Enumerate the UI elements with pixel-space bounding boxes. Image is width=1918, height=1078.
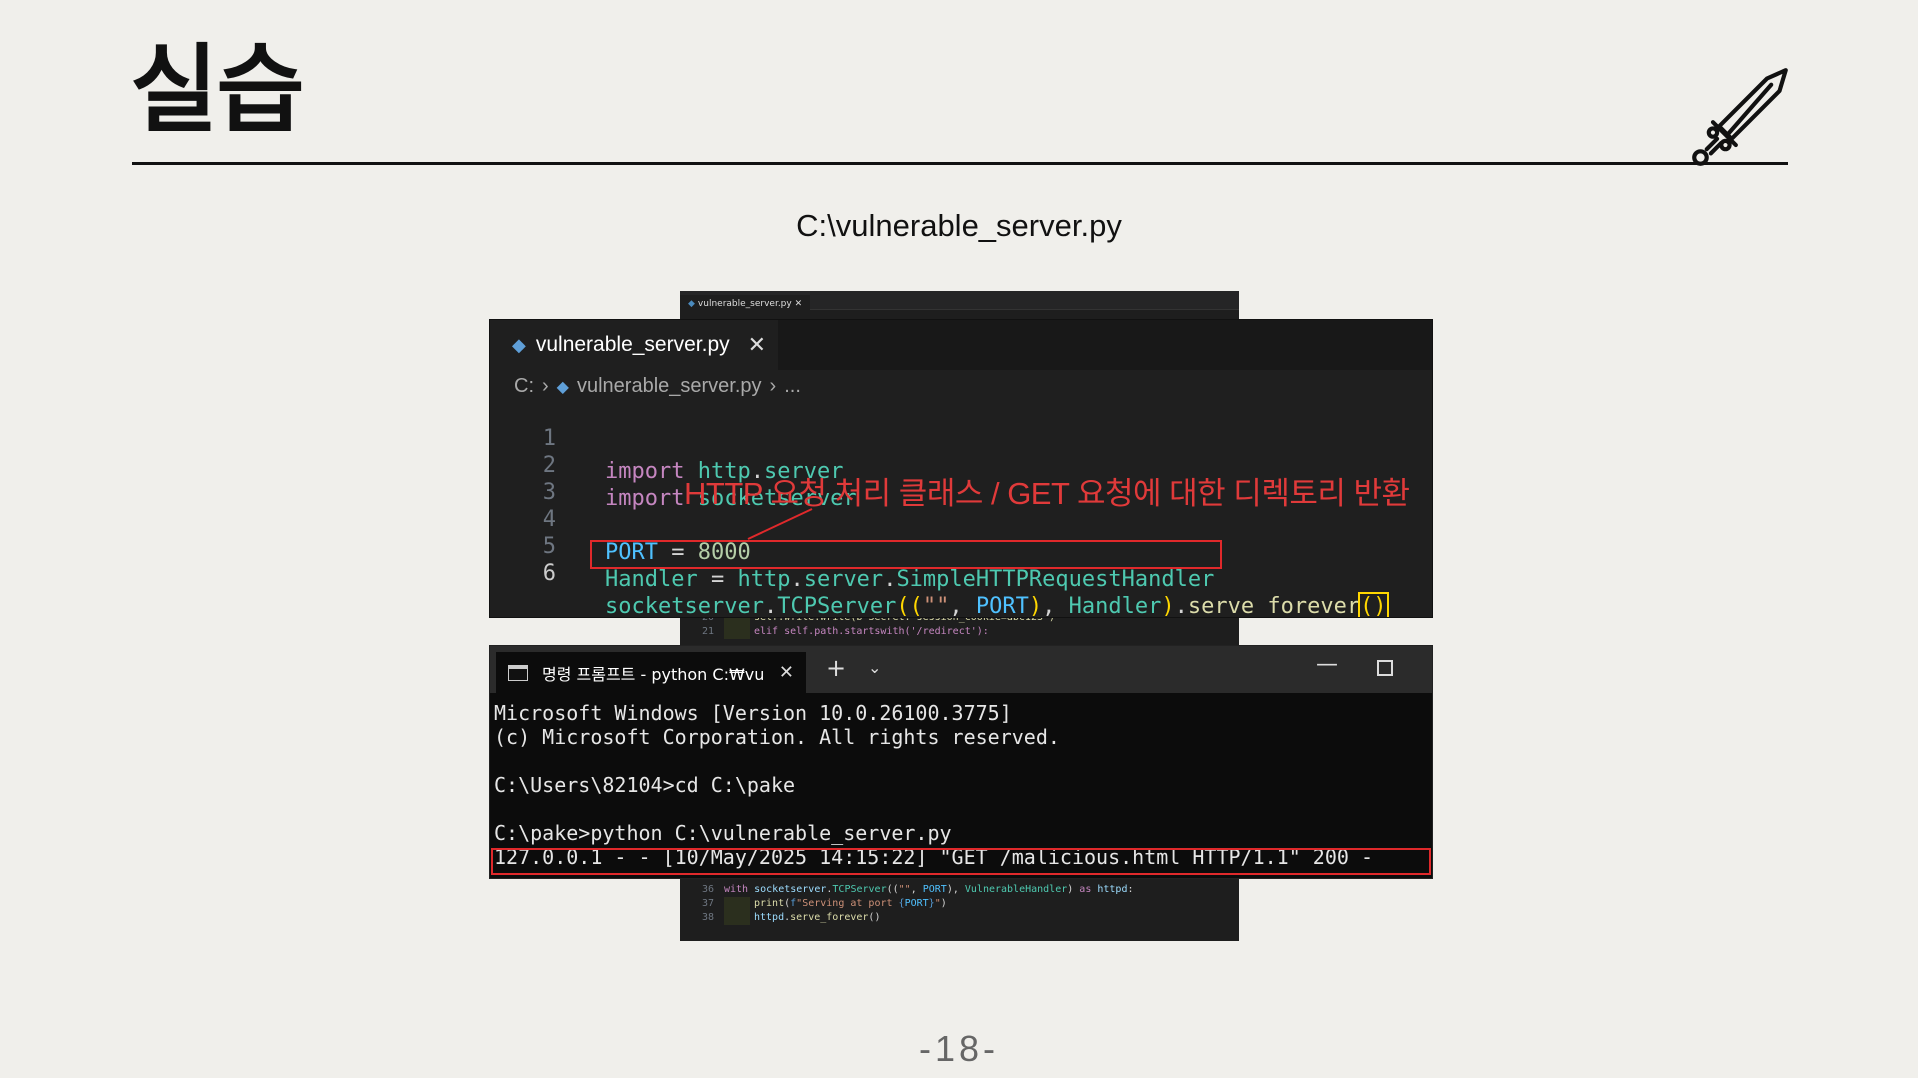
command-prompt-window: 명령 프롬프트 - python C:₩vu ✕ + ⌄ — Microsoft… [489, 645, 1433, 879]
line-number: 36 [701, 884, 714, 895]
terminal-tab[interactable]: 명령 프롬프트 - python C:₩vu ✕ [496, 652, 806, 693]
code-editor-screenshot: ◆ vulnerable_server.py ✕ C: › ◆ vulnerab… [489, 319, 1433, 618]
slide-title: 실습 [130, 34, 305, 146]
page-number: -18- [918, 1028, 1000, 1069]
terminal-line: C:\pake>python C:\vulnerable_server.py [494, 821, 952, 845]
new-tab-plus-icon[interactable]: + [826, 654, 846, 682]
indent-guide [724, 625, 750, 639]
line-number: 38 [701, 912, 714, 923]
bg-code-line-21: 21 elif self.path.startswith('/redirect')… [680, 625, 1239, 639]
terminal-title-bar: 명령 프롬프트 - python C:₩vu ✕ + ⌄ — [490, 646, 1432, 693]
maximize-icon[interactable] [1377, 660, 1393, 676]
bg-tab-bar: ◆ vulnerable_server.py ✕ [680, 291, 1239, 313]
code-text: httpd.serve_forever() [754, 912, 881, 923]
file-path-caption: C:\vulnerable_server.py [796, 208, 1122, 243]
bg-code-line-38: 38 httpd.serve_forever() [680, 911, 1239, 925]
bg-editor-tab[interactable]: ◆ vulnerable_server.py ✕ [680, 295, 811, 313]
chevron-down-icon[interactable]: ⌄ [868, 658, 881, 677]
annotation-pointer-line [747, 508, 813, 540]
bg-code-line-36: 36 with socketserver.TCPServer(("", PORT)… [680, 883, 1239, 897]
line-number: 37 [701, 898, 714, 909]
terminal-icon [508, 664, 528, 681]
indent-guide [724, 897, 750, 911]
python-file-icon: ◆ [688, 299, 695, 309]
sword-icon [1692, 68, 1788, 166]
close-icon[interactable]: ✕ [779, 662, 794, 683]
terminal-line: C:\Users\82104>cd C:\pake [494, 773, 796, 797]
highlight-box-handler [590, 540, 1222, 569]
title-rule [132, 162, 1788, 165]
terminal-line: Microsoft Windows [Version 10.0.26100.37… [494, 701, 1012, 725]
line-number: 21 [701, 626, 714, 637]
code-text: with socketserver.TCPServer(("", PORT), … [724, 884, 1134, 895]
minimize-icon[interactable]: — [1316, 652, 1338, 677]
highlight-box-request-log [491, 848, 1431, 875]
indent-guide [724, 911, 750, 925]
terminal-tab-label: 명령 프롬프트 - python C:₩vu [542, 664, 765, 684]
bg-tab-label: vulnerable_server.py [697, 299, 792, 309]
code-text: print(f"Serving at port {PORT}") [754, 898, 947, 909]
code-text: elif self.path.startswith('/redirect'): [754, 626, 989, 637]
terminal-line: (c) Microsoft Corporation. All rights re… [494, 725, 1060, 749]
bg-code-line-37: 37 print(f"Serving at port {PORT}") [680, 897, 1239, 911]
